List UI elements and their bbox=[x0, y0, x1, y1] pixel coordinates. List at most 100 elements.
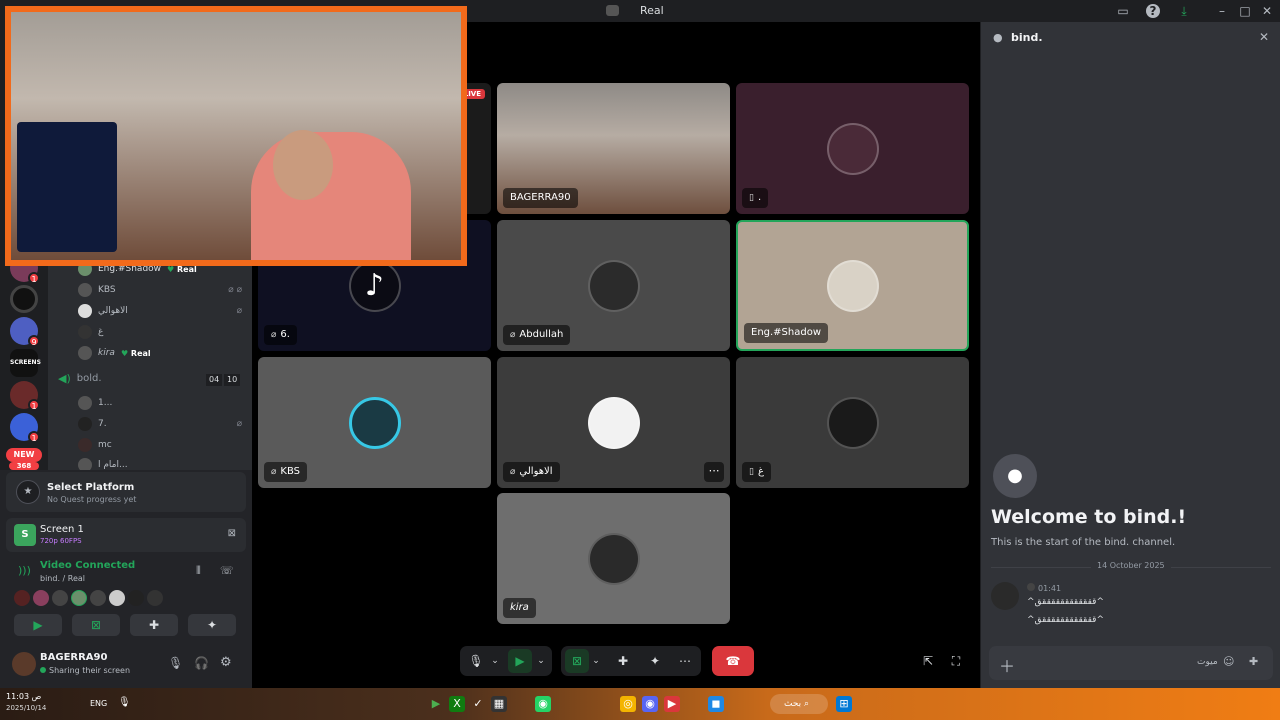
pop-out-icon[interactable]: ⇱ bbox=[916, 649, 940, 673]
voice-user[interactable]: mc bbox=[78, 436, 112, 454]
xbox-icon[interactable]: X bbox=[449, 696, 465, 712]
taskbar-app-icon[interactable]: ▶ bbox=[664, 696, 680, 712]
taskbar-date[interactable]: 2025/10/14 bbox=[6, 704, 46, 712]
taskbar-search[interactable]: بحث ⌕ bbox=[770, 694, 828, 714]
download-icon[interactable]: ⤓ bbox=[1176, 3, 1192, 19]
language-indicator[interactable]: ENG bbox=[90, 699, 107, 708]
participant-tile[interactable]: kira bbox=[497, 493, 730, 624]
microphone-tray-icon[interactable]: 🎙 bbox=[118, 697, 131, 708]
voice-user[interactable]: 1... bbox=[78, 394, 112, 412]
mute-icon: ⌀ bbox=[236, 419, 242, 429]
minimize-icon[interactable]: – bbox=[1214, 3, 1230, 19]
avatar[interactable] bbox=[109, 590, 125, 606]
new-badge[interactable]: NEW bbox=[6, 448, 42, 462]
avatar bbox=[826, 122, 879, 175]
more-button[interactable]: ⋯ bbox=[673, 649, 697, 673]
avatar[interactable] bbox=[12, 652, 36, 676]
activity-button[interactable]: ✚ bbox=[130, 614, 178, 636]
participant-tile[interactable]: ▯ غ bbox=[736, 357, 969, 488]
help-icon[interactable]: ? bbox=[1146, 4, 1160, 18]
stream-preview-icon: S bbox=[14, 524, 36, 546]
camera-options-chevron-icon[interactable]: ⌄ bbox=[534, 649, 548, 673]
tile-label: ⌀ 6. bbox=[264, 325, 297, 345]
participant-tile[interactable]: ⌀ الاهوالي ⋯ bbox=[497, 357, 730, 488]
quest-card[interactable]: ★ Select Platform No Quest progress yet bbox=[6, 472, 246, 512]
account-bar: BAGERRA90 Sharing their screen 🎙 🎧 ⚙ bbox=[0, 642, 252, 688]
screen-share-button[interactable]: ⊠ bbox=[565, 649, 589, 673]
discord-icon[interactable]: ◉ bbox=[642, 696, 658, 712]
avatar bbox=[78, 283, 92, 297]
avatar[interactable] bbox=[33, 590, 49, 606]
stream-card[interactable]: S Screen 1 720p 60FPS ⊠ bbox=[6, 518, 246, 552]
avatar[interactable] bbox=[90, 590, 106, 606]
close-chat-icon[interactable]: ✕ bbox=[1259, 30, 1269, 44]
settings-gear-icon[interactable]: ⚙ bbox=[220, 655, 232, 670]
mic-options-chevron-icon[interactable]: ⌄ bbox=[488, 649, 502, 673]
hang-up-icon: ☎ bbox=[725, 654, 741, 668]
screen-share-button[interactable]: ⊠ bbox=[72, 614, 120, 636]
taskbar-app-icon[interactable]: ▶ bbox=[428, 696, 444, 712]
inbox-icon[interactable]: ▭ bbox=[1115, 3, 1131, 19]
avatar[interactable] bbox=[14, 590, 30, 606]
soundboard-button[interactable]: ✦ bbox=[643, 649, 667, 673]
microphone-button[interactable]: 🎙 bbox=[464, 649, 488, 673]
camera-button[interactable]: ▶ bbox=[14, 614, 62, 636]
participant-tile[interactable]: ⌀ KBS bbox=[258, 357, 491, 488]
avatar[interactable] bbox=[991, 582, 1019, 610]
close-icon[interactable]: ✕ bbox=[1259, 3, 1275, 19]
chrome-icon[interactable]: ◎ bbox=[620, 696, 636, 712]
participant-tile[interactable]: ⌀ Abdullah bbox=[497, 220, 730, 351]
soundboard-button[interactable]: ✦ bbox=[188, 614, 236, 636]
microphone-icon[interactable]: 🎙 bbox=[168, 656, 183, 670]
whatsapp-icon[interactable]: ◉ bbox=[535, 696, 551, 712]
voice-user[interactable]: KBS bbox=[78, 281, 116, 299]
server-icon[interactable]: 9 bbox=[10, 317, 40, 347]
activity-button[interactable]: ✚ bbox=[611, 649, 635, 673]
message-composer[interactable]: ＋ ميوت ☺ ✚ bbox=[989, 646, 1273, 680]
leave-call-button[interactable]: ☎ bbox=[712, 646, 754, 676]
taskbar-app-icon[interactable]: ◼ bbox=[708, 696, 724, 712]
user-count: 04 bbox=[206, 374, 223, 386]
avatar bbox=[78, 438, 92, 452]
server-icon[interactable] bbox=[10, 285, 38, 313]
windows-start-icon[interactable]: ⊞ bbox=[836, 696, 852, 712]
disconnect-icon[interactable]: ☏ bbox=[220, 564, 234, 577]
participant-tile-speaking[interactable]: Eng.#Shadow bbox=[736, 220, 969, 351]
mobile-icon: ▯ bbox=[749, 467, 754, 477]
taskbar-clock[interactable]: 11:03 ص bbox=[6, 692, 41, 701]
fullscreen-icon[interactable]: ⛶ bbox=[944, 649, 968, 673]
avatar[interactable] bbox=[71, 590, 87, 606]
message-text: ^ققققققققققققق^ bbox=[1027, 615, 1104, 625]
tile-label: ▯. bbox=[742, 188, 769, 208]
avatar[interactable] bbox=[52, 590, 68, 606]
stream-tile-bagerra90[interactable]: BAGERRA90 bbox=[497, 83, 730, 214]
voice-user[interactable]: الاهوالي bbox=[78, 302, 128, 320]
avatar[interactable] bbox=[147, 590, 163, 606]
headphones-icon[interactable]: 🎧 bbox=[194, 656, 209, 670]
more-options-button[interactable]: ⋯ bbox=[704, 462, 724, 482]
voice-user[interactable]: 7. bbox=[78, 415, 107, 433]
server-icon[interactable]: 1 bbox=[10, 381, 40, 411]
emoji-icon[interactable]: ☺ bbox=[1223, 655, 1234, 668]
camera-button[interactable]: ▶ bbox=[508, 649, 532, 673]
welcome-subtitle: This is the start of the bind. channel. bbox=[991, 537, 1176, 548]
voice-user[interactable]: غ bbox=[78, 323, 103, 341]
webcam-overlay bbox=[5, 6, 467, 266]
stop-stream-icon[interactable]: ⊠ bbox=[228, 528, 236, 539]
add-attachment-icon[interactable]: ＋ bbox=[999, 653, 1015, 677]
user-status: Sharing their screen bbox=[40, 666, 130, 675]
share-options-chevron-icon[interactable]: ⌄ bbox=[589, 649, 603, 673]
voice-user[interactable]: امام ا... bbox=[78, 456, 128, 470]
server-icon-screens[interactable]: SCREENS bbox=[10, 349, 41, 377]
activity-icon[interactable]: ✚ bbox=[1249, 655, 1258, 668]
noise-suppression-icon[interactable]: ⦀ bbox=[196, 564, 201, 578]
taskbar-app-icon[interactable]: ✓ bbox=[470, 696, 486, 712]
avatar[interactable] bbox=[128, 590, 144, 606]
participant-tile[interactable]: ▯. bbox=[736, 83, 969, 214]
user-limit: 10 bbox=[224, 374, 241, 386]
taskbar-app-icon[interactable]: ▦ bbox=[491, 696, 507, 712]
voice-channel-bold[interactable]: ◀) bold. bbox=[58, 372, 102, 385]
maximize-icon[interactable]: □ bbox=[1237, 3, 1253, 19]
voice-user[interactable]: kira ♥ Real bbox=[78, 344, 151, 362]
server-icon[interactable]: 1 bbox=[10, 413, 40, 443]
